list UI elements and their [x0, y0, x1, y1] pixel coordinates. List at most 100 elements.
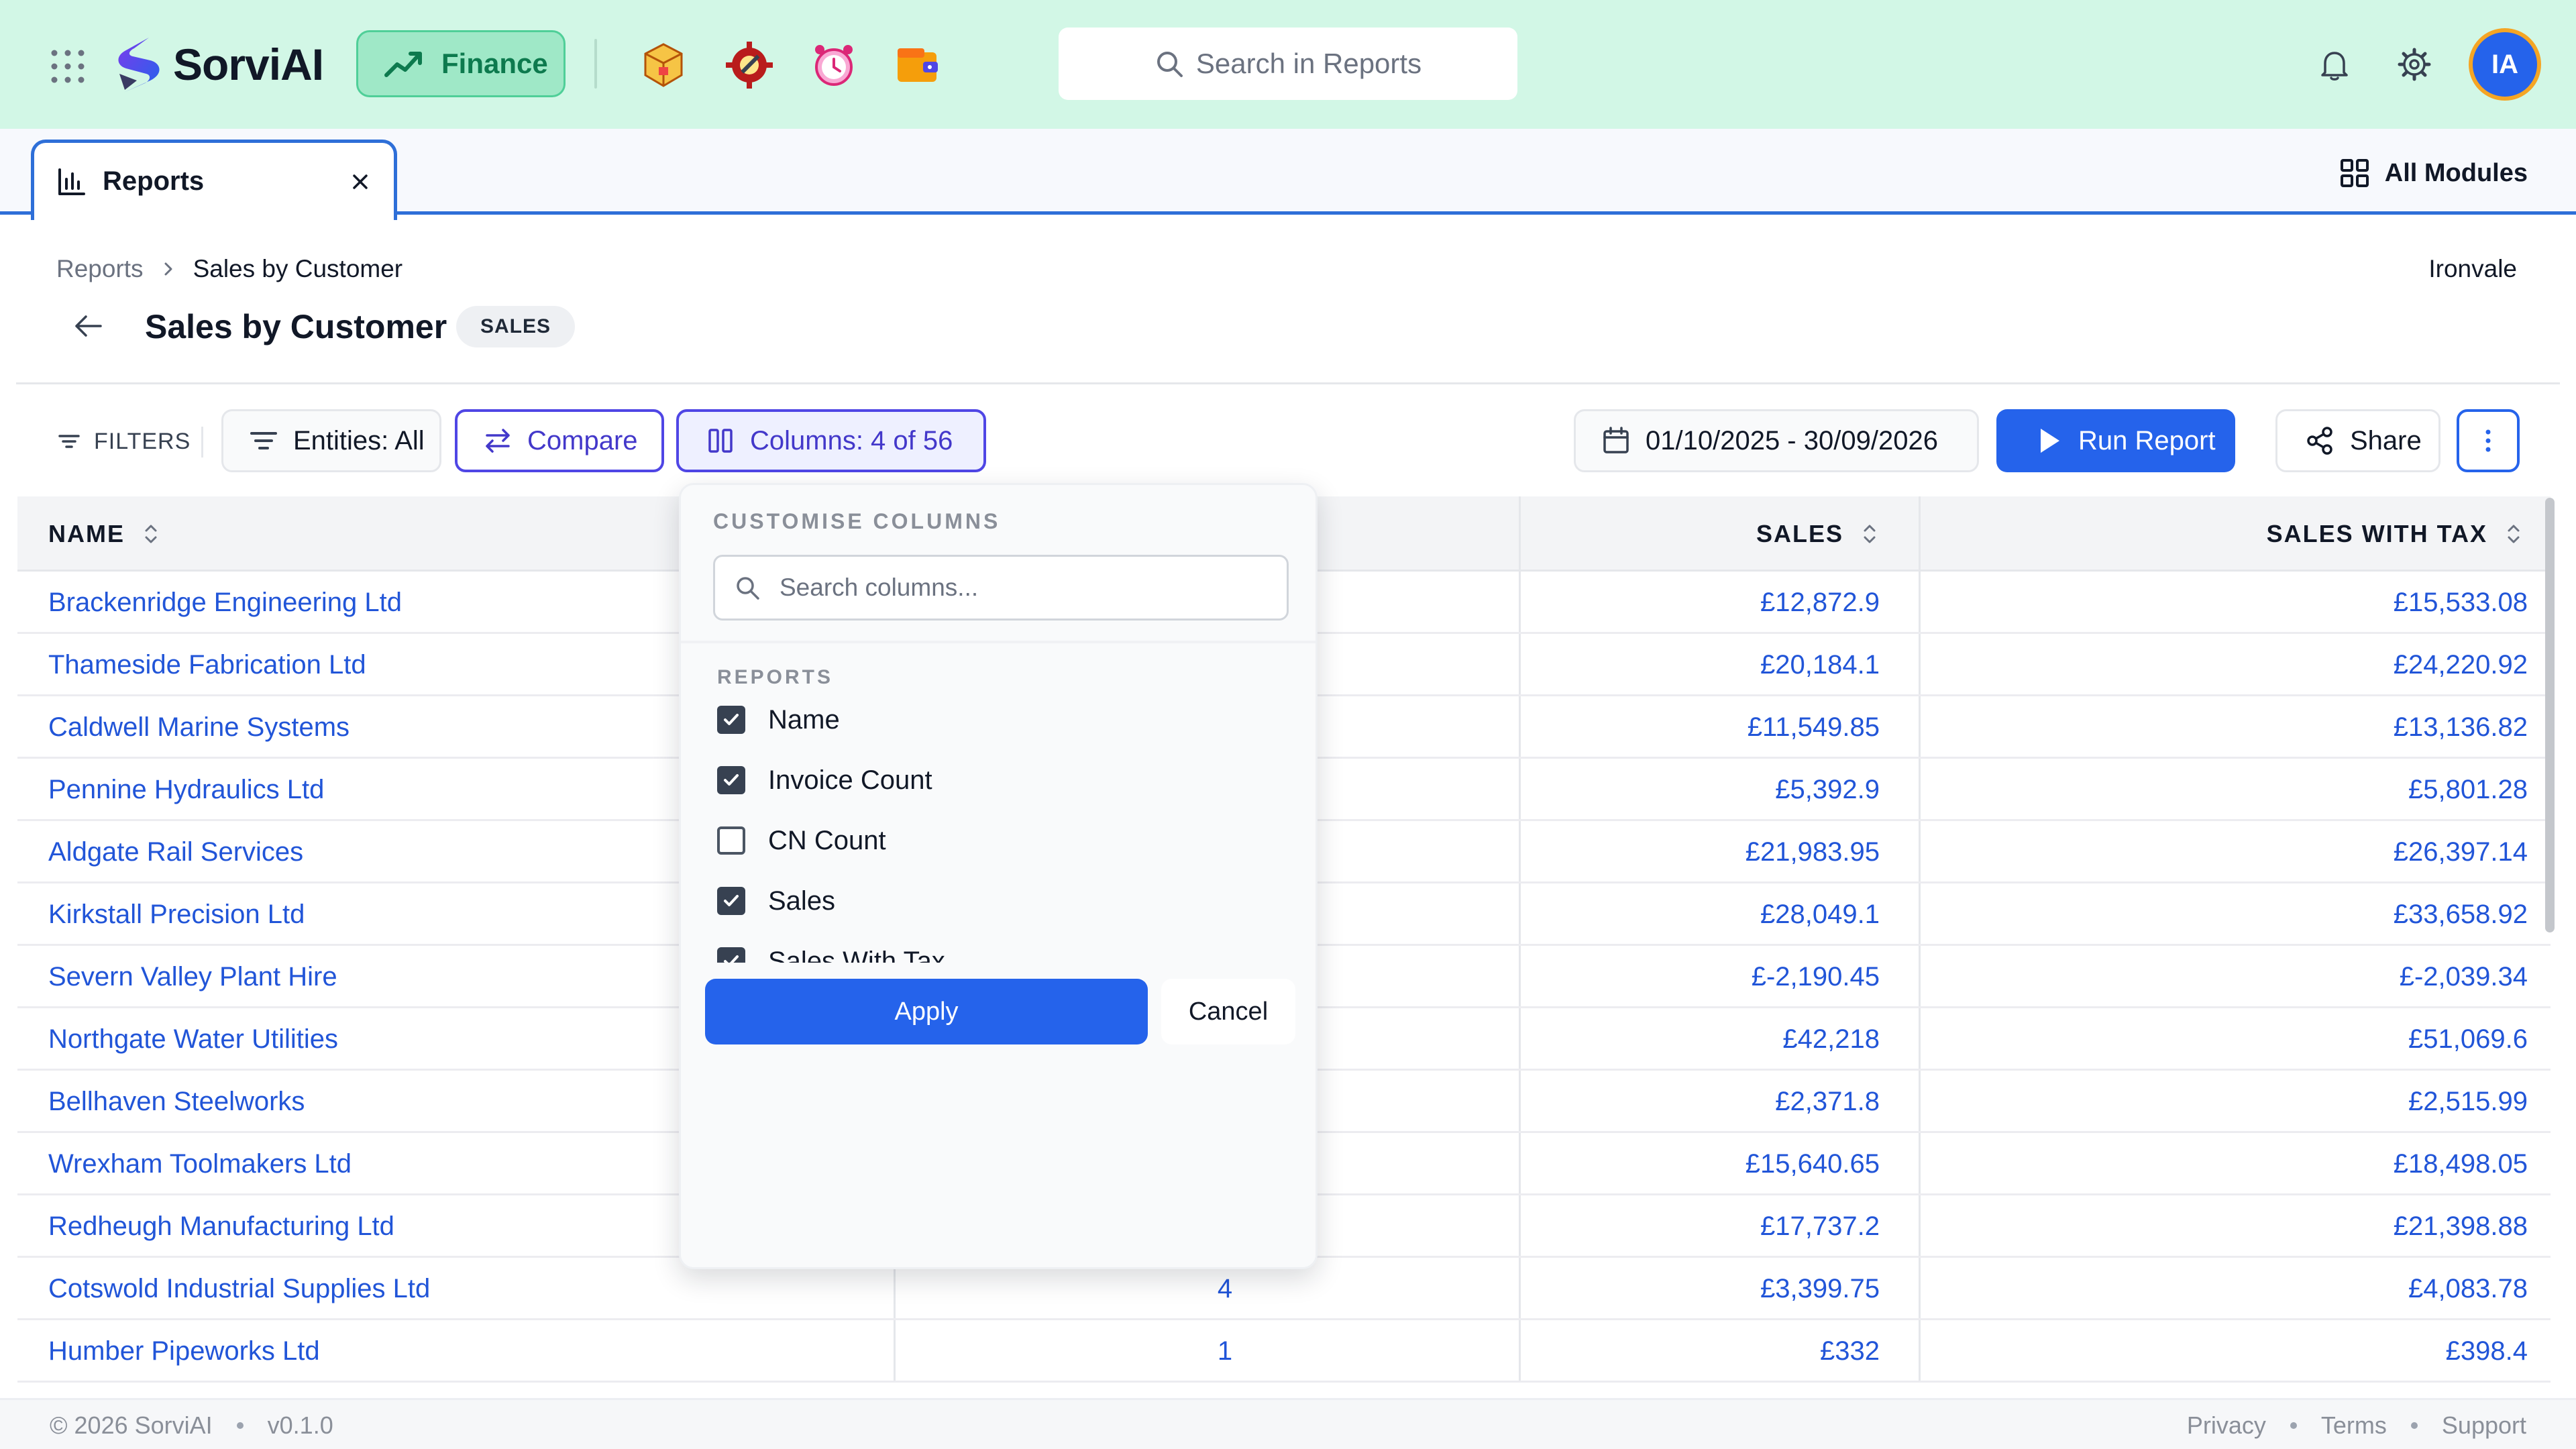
- sales-cell[interactable]: £17,737.2: [1760, 1195, 1880, 1258]
- sales-with-tax-cell[interactable]: £18,498.05: [2394, 1133, 2528, 1195]
- checkbox-checked[interactable]: [717, 706, 745, 734]
- run-report-button[interactable]: Run Report: [1996, 409, 2235, 472]
- header-sales-label: SALES: [1756, 520, 1843, 547]
- sales-with-tax-cell[interactable]: £51,069.6: [2408, 1008, 2528, 1071]
- sales-cell[interactable]: £11,549.85: [1748, 696, 1880, 759]
- table-scrollbar[interactable]: [2545, 498, 2555, 932]
- column-option[interactable]: Invoice Count: [717, 760, 932, 800]
- user-avatar[interactable]: IA: [2469, 28, 2541, 101]
- tab-reports[interactable]: Reports: [31, 140, 397, 220]
- customer-name-link[interactable]: Bellhaven Steelworks: [48, 1071, 305, 1133]
- wallet-icon[interactable]: [894, 40, 943, 90]
- column-header-sales-with-tax[interactable]: SALES WITH TAX: [2267, 496, 2524, 572]
- sales-with-tax-cell[interactable]: £2,515.99: [2408, 1071, 2528, 1133]
- gear-wrench-icon[interactable]: [724, 40, 774, 90]
- customer-name-link[interactable]: Redheugh Manufacturing Ltd: [48, 1195, 394, 1258]
- checkmark-icon: [724, 774, 739, 786]
- cancel-button[interactable]: Cancel: [1161, 979, 1295, 1044]
- customer-name-link[interactable]: Thameside Fabrication Ltd: [48, 634, 366, 696]
- checkbox-checked[interactable]: [717, 887, 745, 915]
- sales-with-tax-cell[interactable]: £13,136.82: [2394, 696, 2528, 759]
- sales-cell[interactable]: £28,049.1: [1760, 883, 1880, 946]
- customer-name-link[interactable]: Pennine Hydraulics Ltd: [48, 759, 324, 821]
- breadcrumb-current: Sales by Customer: [193, 255, 403, 282]
- checkmark-icon: [724, 714, 739, 725]
- column-option[interactable]: Name: [717, 700, 840, 740]
- close-icon[interactable]: [350, 171, 371, 193]
- sort-icon[interactable]: [141, 521, 161, 547]
- customer-name-link[interactable]: Brackenridge Engineering Ltd: [48, 572, 402, 634]
- table-row[interactable]: Humber Pipeworks Ltd 1 £332 £398.4: [17, 1320, 2551, 1383]
- compare-label: Compare: [527, 425, 638, 455]
- sales-with-tax-cell[interactable]: £21,398.88: [2394, 1195, 2528, 1258]
- footer-link-privacy[interactable]: Privacy: [2187, 1411, 2266, 1440]
- sales-cell[interactable]: £21,983.95: [1746, 821, 1880, 883]
- sales-cell[interactable]: £332: [1820, 1320, 1880, 1383]
- sales-with-tax-cell[interactable]: £26,397.14: [2394, 821, 2528, 883]
- sort-icon[interactable]: [2504, 521, 2524, 547]
- bell-icon[interactable]: [2317, 47, 2352, 82]
- invoice-count-cell[interactable]: 1: [916, 1320, 1534, 1383]
- customer-name-link[interactable]: Severn Valley Plant Hire: [48, 946, 337, 1008]
- column-option-label: CN Count: [768, 825, 886, 855]
- sales-cell[interactable]: £20,184.1: [1760, 634, 1880, 696]
- compare-button[interactable]: Compare: [455, 409, 664, 472]
- sales-with-tax-cell[interactable]: £-2,039.34: [2400, 946, 2528, 1008]
- sales-cell[interactable]: £3,399.75: [1760, 1258, 1880, 1320]
- sales-cell[interactable]: £-2,190.45: [1752, 946, 1880, 1008]
- date-range-picker[interactable]: 01/10/2025 - 30/09/2026: [1574, 409, 1979, 472]
- column-option[interactable]: Sales With Tax: [717, 941, 945, 963]
- box-icon[interactable]: [639, 40, 688, 90]
- sales-cell[interactable]: £12,872.9: [1760, 572, 1880, 634]
- tab-label: Reports: [103, 166, 205, 196]
- module-switcher-finance[interactable]: Finance: [356, 30, 566, 97]
- more-options-button[interactable]: [2457, 409, 2520, 472]
- alarm-clock-icon[interactable]: [809, 40, 859, 90]
- arrow-left-icon[interactable]: [71, 309, 106, 343]
- entities-filter-button[interactable]: Entities: All: [221, 409, 441, 472]
- checkbox-checked[interactable]: [717, 947, 745, 963]
- all-modules-button[interactable]: All Modules: [2339, 156, 2528, 191]
- filters-label[interactable]: FILTERS: [58, 423, 191, 460]
- footer-link-terms[interactable]: Terms: [2321, 1411, 2387, 1440]
- sales-cell[interactable]: £5,392.9: [1775, 759, 1880, 821]
- apps-grid-icon[interactable]: [50, 48, 86, 85]
- checkmark-icon: [724, 955, 739, 963]
- share-button[interactable]: Share: [2275, 409, 2440, 472]
- column-option[interactable]: Sales: [717, 881, 835, 921]
- sales-cell[interactable]: £2,371.8: [1775, 1071, 1880, 1133]
- sales-with-tax-cell[interactable]: £24,220.92: [2394, 634, 2528, 696]
- sales-with-tax-cell[interactable]: £4,083.78: [2408, 1258, 2528, 1320]
- customer-name-link[interactable]: Northgate Water Utilities: [48, 1008, 338, 1071]
- column-header-name[interactable]: NAME: [48, 496, 161, 572]
- column-header-sales[interactable]: SALES: [1756, 496, 1880, 572]
- sales-with-tax-cell[interactable]: £5,801.28: [2408, 759, 2528, 821]
- checkbox-checked[interactable]: [717, 766, 745, 794]
- footer-link-support[interactable]: Support: [2442, 1411, 2526, 1440]
- sort-icon[interactable]: [1860, 521, 1880, 547]
- global-search-input[interactable]: Search in Reports: [1059, 28, 1517, 100]
- column-option[interactable]: CN Count: [717, 820, 886, 861]
- panel-footer: Apply Cancel: [681, 963, 1316, 1267]
- apply-button[interactable]: Apply: [705, 979, 1148, 1044]
- column-search-input[interactable]: Search columns...: [713, 555, 1289, 621]
- sales-with-tax-cell[interactable]: £398.4: [2446, 1320, 2528, 1383]
- customer-name-link[interactable]: Humber Pipeworks Ltd: [48, 1320, 320, 1383]
- sales-with-tax-cell[interactable]: £33,658.92: [2394, 883, 2528, 946]
- customer-name-link[interactable]: Wrexham Toolmakers Ltd: [48, 1133, 352, 1195]
- customer-name-link[interactable]: Cotswold Industrial Supplies Ltd: [48, 1258, 430, 1320]
- customer-name-link[interactable]: Caldwell Marine Systems: [48, 696, 350, 759]
- breadcrumb-root[interactable]: Reports: [56, 255, 144, 283]
- customer-name-link[interactable]: Aldgate Rail Services: [48, 821, 303, 883]
- customer-name-link[interactable]: Kirkstall Precision Ltd: [48, 883, 305, 946]
- sales-with-tax-cell[interactable]: £15,533.08: [2394, 572, 2528, 634]
- gear-icon[interactable]: [2397, 47, 2432, 82]
- sales-cell[interactable]: £42,218: [1782, 1008, 1880, 1071]
- column-options-list[interactable]: Name Invoice Count CN Count Sales Sales With…: [681, 700, 1316, 963]
- sales-cell[interactable]: £15,640.65: [1746, 1133, 1880, 1195]
- entities-label: Entities: All: [293, 425, 425, 455]
- brand-logo-icon[interactable]: [110, 34, 169, 95]
- columns-button[interactable]: Columns: 4 of 56: [676, 409, 986, 472]
- checkbox-unchecked[interactable]: [717, 826, 745, 855]
- brand-name: SorviAI: [173, 40, 324, 89]
